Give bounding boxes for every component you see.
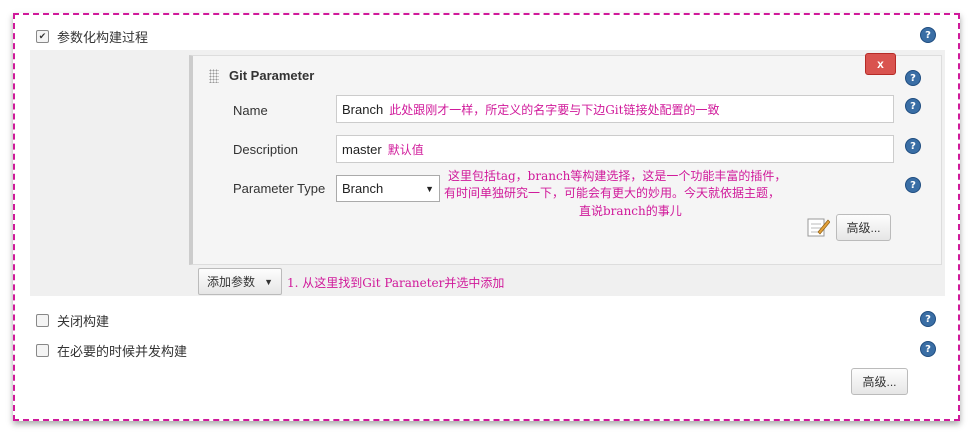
name-annotation: 此处跟刚才一样，所定义的名字要与下边Git链接处配置的一致 bbox=[389, 102, 720, 117]
help-icon[interactable]: ? bbox=[905, 138, 921, 154]
notepad-icon bbox=[807, 218, 830, 237]
add-parameter-button[interactable]: 添加参数 ▼ bbox=[198, 268, 282, 295]
parameter-type-value: Branch bbox=[342, 181, 384, 196]
help-icon[interactable]: ? bbox=[905, 177, 921, 193]
panel-advanced-button[interactable]: 高级... bbox=[836, 214, 891, 241]
help-icon[interactable]: ? bbox=[920, 311, 936, 327]
parameterized-build-row[interactable]: ✔ 参数化构建过程 bbox=[36, 27, 148, 46]
description-label: Description bbox=[233, 142, 299, 157]
disable-build-row[interactable]: 关闭构建 bbox=[36, 311, 109, 330]
concurrent-build-label: 在必要的时候并发构建 bbox=[57, 344, 188, 359]
type-note-line-3: 直说branch的事儿 bbox=[579, 204, 682, 218]
help-icon[interactable]: ? bbox=[905, 98, 921, 114]
parameterized-build-checkbox[interactable]: ✔ bbox=[36, 30, 49, 43]
drag-handle-icon[interactable] bbox=[209, 69, 219, 83]
description-annotation: 默认值 bbox=[387, 142, 424, 157]
disable-build-checkbox[interactable] bbox=[36, 314, 49, 327]
advanced-button[interactable]: 高级... bbox=[851, 368, 908, 395]
parameter-type-select[interactable]: Branch ▼ bbox=[336, 175, 440, 202]
parameter-type-label: Parameter Type bbox=[233, 181, 326, 196]
name-input[interactable]: Branch 此处跟刚才一样，所定义的名字要与下边Git链接处配置的一致 bbox=[336, 95, 894, 123]
parameterized-build-label: 参数化构建过程 bbox=[57, 30, 149, 45]
help-icon[interactable]: ? bbox=[920, 27, 936, 43]
type-note-line-2: 有时间单独研究一下，可能会有更大的妙用。今天就依据主题， bbox=[444, 186, 781, 200]
git-parameter-title: Git Parameter bbox=[229, 68, 315, 83]
add-parameter-label: 添加参数 bbox=[207, 275, 256, 289]
type-note-line-1: 这里包括tag，branch等构建选择，这是一个功能丰富的插件， bbox=[448, 169, 787, 183]
name-label: Name bbox=[233, 103, 268, 118]
concurrent-build-row[interactable]: 在必要的时候并发构建 bbox=[36, 341, 187, 360]
help-icon[interactable]: ? bbox=[920, 341, 936, 357]
description-value: master bbox=[342, 141, 382, 157]
name-value: Branch bbox=[342, 101, 384, 117]
delete-parameter-button[interactable]: x bbox=[865, 53, 896, 75]
concurrent-build-checkbox[interactable] bbox=[36, 344, 49, 357]
help-icon[interactable]: ? bbox=[905, 70, 921, 86]
chevron-down-icon: ▼ bbox=[425, 183, 434, 194]
add-parameter-annotation: 1. 从这里找到Git Paraneter并选中添加 bbox=[287, 276, 505, 290]
description-input[interactable]: master 默认值 bbox=[336, 135, 894, 163]
caret-down-icon: ▼ bbox=[264, 276, 273, 287]
disable-build-label: 关闭构建 bbox=[57, 314, 110, 329]
